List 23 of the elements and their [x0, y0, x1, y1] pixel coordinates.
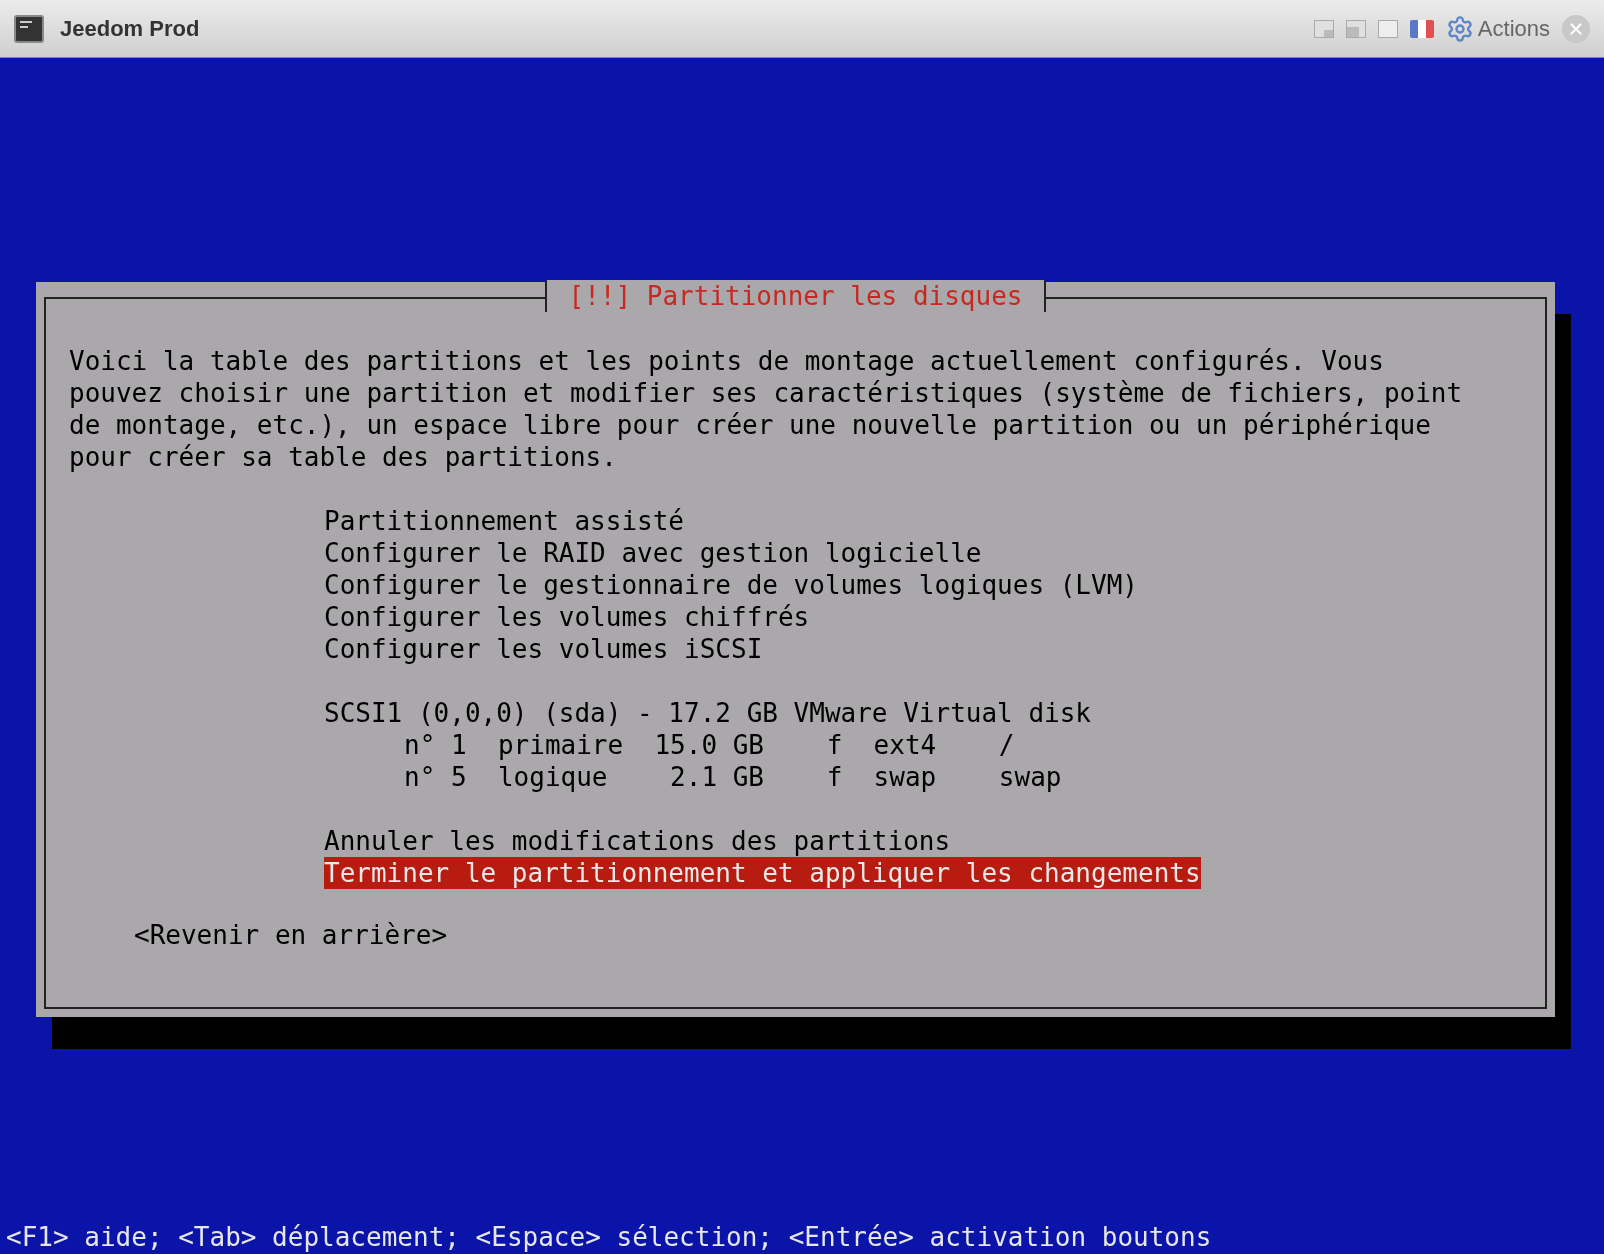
- console-icon: [14, 14, 44, 43]
- disk-row[interactable]: SCSI1 (0,0,0) (sda) - 17.2 GB VMware Virtual disk: [324, 697, 1091, 729]
- settings-icon: [1445, 14, 1474, 43]
- maximize-icon[interactable]: [1377, 19, 1398, 38]
- dialog-title: [!!] Partitionner les disques: [544, 280, 1047, 312]
- window-title: Jeedom Prod: [60, 15, 200, 43]
- menu-item[interactable]: Annuler les modifications des partitions: [324, 825, 951, 857]
- status-text: <F1> aide; <Tab> déplacement; <Espace> sélection; <Entrée> activation boutons: [6, 1221, 1212, 1253]
- menu-item[interactable]: Configurer les volumes chiffrés: [324, 601, 810, 633]
- menu-item[interactable]: Configurer les volumes iSCSI: [324, 633, 763, 665]
- dialog-description: Voici la table des partitions et les points de montage actuellement configurés. Vous pouvez choisir une partition et modifier ses caractéristiques (système de fichiers, point de montage, etc.), un espace libre pour créer une nouvelle partition ou un périphérique pour créer sa table des partitions.: [69, 345, 1464, 473]
- menu-item[interactable]: Configurer le gestionnaire de volumes logiques (LVM): [324, 569, 1138, 601]
- partition-row[interactable]: n° 5 logique 2.1 GB f swap swap: [404, 761, 1062, 793]
- partition-row[interactable]: n° 1 primaire 15.0 GB f ext4 /: [404, 729, 1015, 761]
- menu-item[interactable]: Partitionnement assisté: [324, 505, 685, 537]
- close-icon[interactable]: [1562, 14, 1590, 43]
- actions-button[interactable]: Actions: [1445, 12, 1550, 45]
- window-layout-icon[interactable]: [1345, 19, 1366, 38]
- menu-item[interactable]: Terminer le partitionnement et appliquer les changements: [324, 857, 1201, 889]
- flag-icon[interactable]: [1409, 19, 1434, 38]
- window-layout-icon[interactable]: [1313, 19, 1334, 38]
- menu-item[interactable]: Configurer le RAID avec gestion logicielle: [324, 537, 982, 569]
- back-button[interactable]: <Revenir en arrière>: [134, 919, 448, 951]
